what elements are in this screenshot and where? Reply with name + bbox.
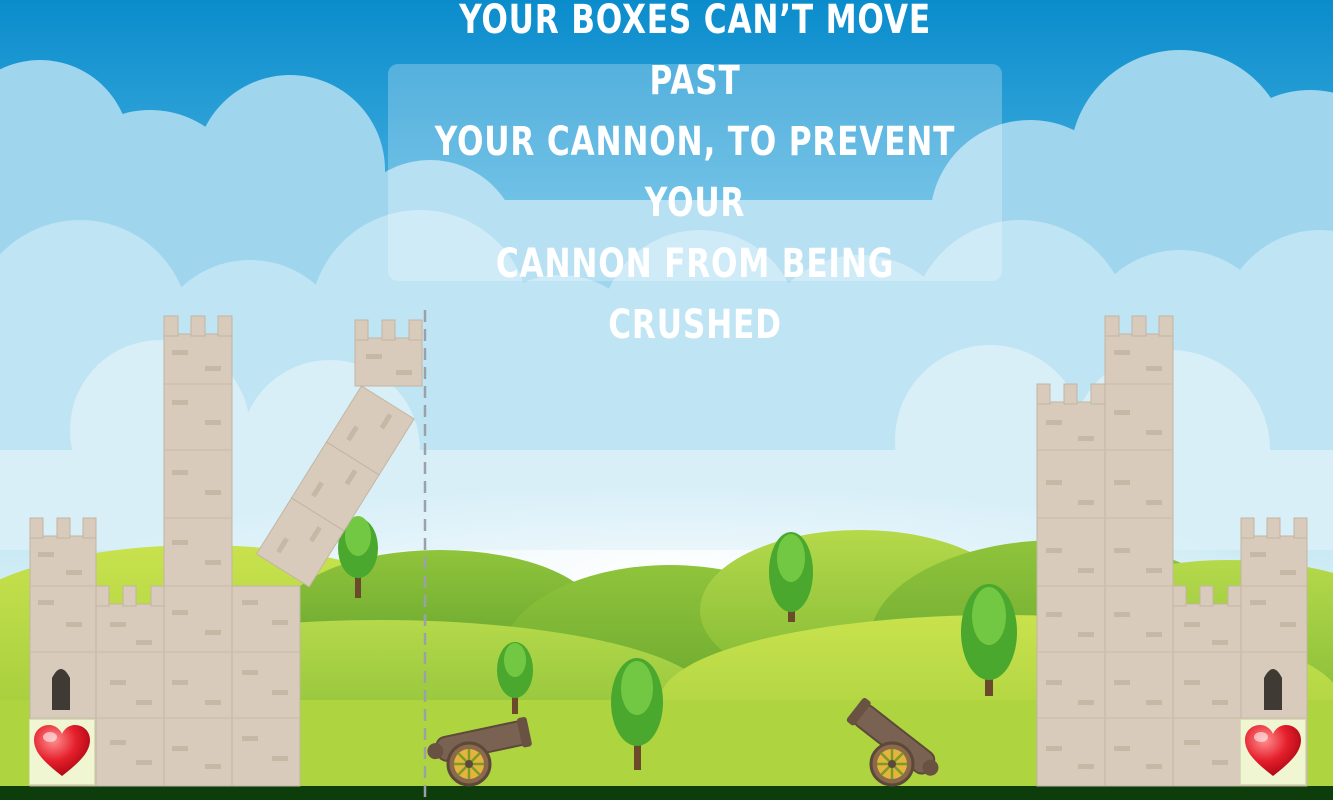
tutorial-hint-text: YOUR BOXES CAN’T MOVE PAST YOUR CANNON, … (434, 0, 956, 348)
tutorial-hint-panel: YOUR BOXES CAN’T MOVE PAST YOUR CANNON, … (388, 0, 1002, 348)
castle-door (52, 669, 70, 710)
left-lives-heart (29, 719, 95, 785)
heart-icon (34, 725, 90, 776)
right-lives-heart (1240, 719, 1306, 785)
heart-icon (1245, 725, 1301, 776)
ground-strip (0, 786, 1333, 800)
castle-door (1264, 669, 1282, 710)
